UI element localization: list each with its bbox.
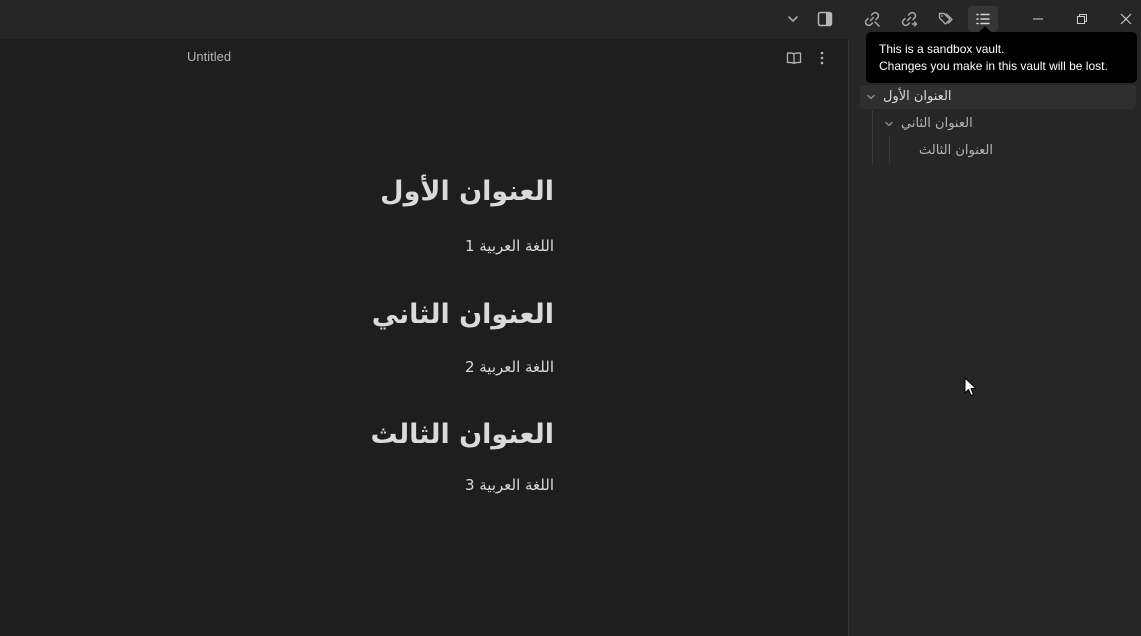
tooltip-line-2: Changes you make in this vault will be l… <box>879 59 1108 73</box>
chevron-down-icon[interactable] <box>883 118 895 130</box>
paragraph-2: اللغة العربية 2 <box>464 358 554 376</box>
outline-sidebar: العنوان الأول العنوان الثاني العنوان الث… <box>849 39 1141 636</box>
outline-item-heading-1[interactable]: العنوان الأول <box>860 85 1136 109</box>
tags-icon[interactable] <box>931 6 961 32</box>
view-header: Untitled <box>0 39 848 77</box>
heading-2: العنوان الثاني <box>371 299 554 330</box>
tooltip-line-1: This is a sandbox vault. <box>879 42 1005 56</box>
mouse-cursor-icon <box>964 377 977 396</box>
chevron-down-icon[interactable] <box>865 91 877 103</box>
outline-item-heading-3[interactable]: العنوان الثالث <box>896 139 1136 163</box>
tooltip-arrow <box>979 26 991 32</box>
sandbox-tooltip: This is a sandbox vault. Changes you mak… <box>866 26 1137 83</box>
outline-item-label: العنوان الثالث <box>919 143 993 158</box>
more-options-icon[interactable] <box>810 47 834 69</box>
outline-item-heading-2[interactable]: العنوان الثاني <box>878 112 1136 136</box>
outline-item-label: العنوان الأول <box>883 89 952 104</box>
indent-guide <box>872 110 873 164</box>
note-title[interactable]: Untitled <box>187 49 231 64</box>
paragraph-1: اللغة العربية 1 <box>464 237 554 255</box>
outgoing-links-icon[interactable] <box>894 6 924 32</box>
editor-pane[interactable]: Untitled العنوان الأول اللغة العربية 1 ا… <box>0 39 848 636</box>
chevron-down-icon[interactable] <box>778 6 808 32</box>
sidebar-toggle-icon[interactable] <box>810 6 840 32</box>
indent-guide <box>889 137 890 164</box>
reading-view-icon[interactable] <box>782 47 806 69</box>
heading-1: العنوان الأول <box>380 176 554 207</box>
unlinked-mentions-icon[interactable] <box>857 6 887 32</box>
heading-3: العنوان الثالث <box>370 419 554 450</box>
paragraph-3: اللغة العربية 3 <box>464 476 554 494</box>
outline-item-label: العنوان الثاني <box>901 116 973 131</box>
